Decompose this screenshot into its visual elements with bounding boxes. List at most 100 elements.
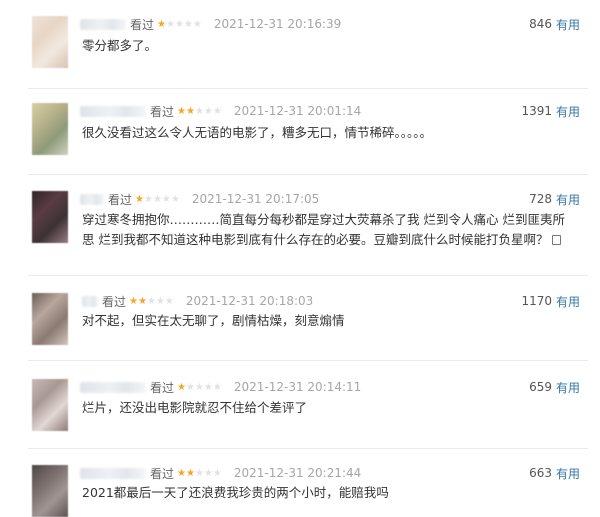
star-filled-icon: ★ — [135, 193, 144, 205]
watched-label: 看过 — [150, 466, 175, 481]
comment-meta: 看过 ★ ★ ★ ★ ★ 2021-12-31 20:17:05 — [80, 189, 319, 209]
comment-time[interactable]: 2021-12-31 20:01:14 — [234, 104, 361, 118]
expand-icon[interactable] — [552, 235, 562, 245]
comment-meta: 看过 ★ ★ ★ ★ ★ 2021-12-31 20:18:03 — [82, 291, 313, 311]
avatar[interactable] — [32, 465, 68, 517]
star-filled-icon: ★ — [157, 18, 166, 30]
star-filled-icon: ★ — [177, 105, 186, 117]
rating-stars: ★ ★ ★ ★ ★ — [129, 296, 174, 307]
comment-time[interactable]: 2021-12-31 20:21:44 — [234, 466, 361, 480]
star-filled-icon: ★ — [129, 295, 138, 307]
comment-time[interactable]: 2021-12-31 20:18:03 — [186, 294, 313, 308]
star-filled-icon: ★ — [177, 467, 186, 479]
star-empty-icon: ★ — [164, 295, 174, 307]
star-empty-icon: ★ — [212, 105, 222, 117]
vote-area: 1391 有用 — [521, 101, 580, 121]
useful-button[interactable]: 有用 — [556, 293, 580, 310]
star-filled-icon: ★ — [137, 295, 147, 307]
avatar[interactable] — [32, 293, 68, 345]
rating-stars: ★ ★ ★ ★ ★ — [177, 382, 222, 393]
useful-button[interactable]: 有用 — [556, 465, 580, 482]
vote-area: 1170 有用 — [521, 291, 580, 311]
comment-text-content: 对不起，但实在太无聊了，剧情枯燥，刻意煽情 — [82, 313, 345, 328]
vote-area: 659 有用 — [529, 377, 580, 397]
vote-count: 663 — [529, 466, 552, 480]
comment-time[interactable]: 2021-12-31 20:17:05 — [192, 192, 319, 206]
star-empty-icon: ★ — [161, 193, 171, 205]
star-empty-icon: ★ — [194, 105, 204, 117]
vote-area: 846 有用 — [529, 14, 580, 34]
watched-label: 看过 — [130, 17, 155, 32]
vote-area: 728 有用 — [529, 189, 580, 209]
useful-button[interactable]: 有用 — [556, 16, 580, 33]
comment-text-content: 烂片，还没出电影院就忍不住给个差评了 — [82, 400, 308, 415]
star-empty-icon: ★ — [203, 105, 213, 117]
rating-stars: ★ ★ ★ ★ ★ — [157, 19, 202, 30]
comment-time[interactable]: 2021-12-31 20:16:39 — [214, 17, 341, 31]
star-empty-icon: ★ — [170, 193, 180, 205]
vote-count: 846 — [529, 17, 552, 31]
username-blurred[interactable] — [80, 381, 146, 393]
watched-label: 看过 — [150, 380, 175, 395]
username-blurred[interactable] — [80, 18, 126, 30]
comment-time[interactable]: 2021-12-31 20:14:11 — [234, 380, 361, 394]
rating-stars: ★ ★ ★ ★ ★ — [177, 106, 222, 117]
useful-button[interactable]: 有用 — [556, 379, 580, 396]
username-blurred[interactable] — [80, 193, 104, 205]
useful-button[interactable]: 有用 — [556, 191, 580, 208]
star-empty-icon: ★ — [185, 381, 195, 393]
comment-meta: 看过 ★ ★ ★ ★ ★ 2021-12-31 20:01:14 — [80, 101, 361, 121]
comment-text-content: 很久没看过这么令人无语的电影了，糟多无口，情节稀碎。。。。。 — [82, 125, 433, 140]
watched-label: 看过 — [102, 294, 127, 309]
watched-label: 看过 — [150, 104, 175, 119]
star-empty-icon: ★ — [203, 381, 213, 393]
star-empty-icon: ★ — [203, 467, 213, 479]
vote-area: 663 有用 — [529, 463, 580, 483]
rating-stars: ★ ★ ★ ★ ★ — [135, 194, 180, 205]
star-empty-icon: ★ — [192, 18, 202, 30]
comment-text-content: 2021都最后一天了还浪费我珍贵的两个小时，能赔我吗 — [82, 485, 389, 500]
comment-text: 2021都最后一天了还浪费我珍贵的两个小时，能赔我吗 — [82, 483, 570, 503]
username-blurred[interactable] — [82, 295, 98, 307]
vote-count: 659 — [529, 380, 552, 394]
star-empty-icon: ★ — [183, 18, 193, 30]
avatar[interactable] — [32, 379, 68, 431]
username-blurred[interactable] — [80, 105, 146, 117]
comment-text: 很久没看过这么令人无语的电影了，糟多无口，情节稀碎。。。。。 — [82, 123, 570, 143]
star-empty-icon: ★ — [146, 295, 156, 307]
star-empty-icon: ★ — [165, 18, 175, 30]
avatar[interactable] — [32, 191, 68, 243]
avatar[interactable] — [32, 103, 68, 155]
comment-text-content: 穿过寒冬拥抱你…………简直每分每秒都是穿过大荧幕杀了我 烂到令人痛心 烂到匪夷所… — [82, 212, 565, 247]
star-empty-icon: ★ — [194, 467, 204, 479]
vote-count: 728 — [529, 192, 552, 206]
comment-text: 烂片，还没出电影院就忍不住给个差评了 — [82, 398, 570, 418]
watched-label: 看过 — [108, 192, 133, 207]
comment-meta: 看过 ★ ★ ★ ★ ★ 2021-12-31 20:14:11 — [80, 377, 361, 397]
divider — [28, 174, 588, 175]
divider — [28, 360, 588, 361]
star-empty-icon: ★ — [155, 295, 165, 307]
divider — [28, 88, 588, 89]
star-empty-icon: ★ — [212, 467, 222, 479]
vote-count: 1391 — [521, 104, 552, 118]
star-filled-icon: ★ — [185, 105, 195, 117]
rating-stars: ★ ★ ★ ★ ★ — [177, 468, 222, 479]
star-filled-icon: ★ — [177, 381, 186, 393]
comment-text: 零分都多了。 — [82, 36, 570, 56]
username-blurred[interactable] — [80, 467, 146, 479]
star-empty-icon: ★ — [212, 381, 222, 393]
star-empty-icon: ★ — [152, 193, 162, 205]
star-empty-icon: ★ — [143, 193, 153, 205]
comment-meta: 看过 ★ ★ ★ ★ ★ 2021-12-31 20:16:39 — [80, 14, 341, 34]
star-empty-icon: ★ — [194, 381, 204, 393]
divider — [28, 275, 588, 276]
comment-meta: 看过 ★ ★ ★ ★ ★ 2021-12-31 20:21:44 — [80, 463, 361, 483]
star-filled-icon: ★ — [185, 467, 195, 479]
useful-button[interactable]: 有用 — [556, 103, 580, 120]
comment-text: 穿过寒冬拥抱你…………简直每分每秒都是穿过大荧幕杀了我 烂到令人痛心 烂到匪夷所… — [82, 210, 570, 250]
comment-text: 对不起，但实在太无聊了，剧情枯燥，刻意煽情 — [82, 311, 570, 331]
avatar[interactable] — [32, 16, 68, 68]
star-empty-icon: ★ — [174, 18, 184, 30]
divider — [28, 448, 588, 449]
